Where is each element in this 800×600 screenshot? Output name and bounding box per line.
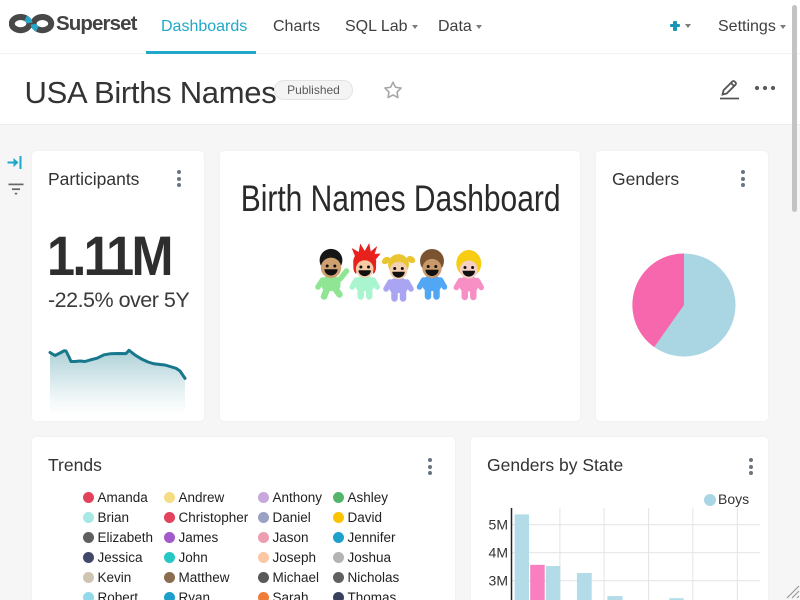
svg-text:5M: 5M: [489, 517, 508, 533]
svg-text:3M: 3M: [489, 573, 508, 589]
svg-text:4M: 4M: [489, 545, 508, 561]
